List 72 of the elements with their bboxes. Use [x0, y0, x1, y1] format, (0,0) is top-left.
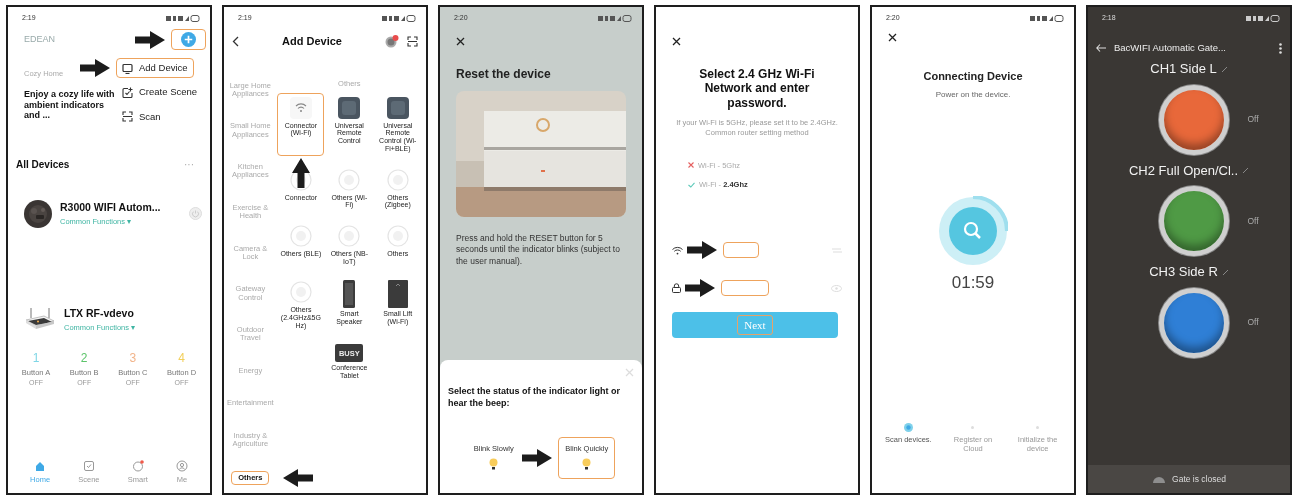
lock-icon: [672, 283, 681, 294]
device-icon: [288, 280, 313, 305]
status-bar-icon: [1246, 15, 1280, 22]
edit-icon[interactable]: [1242, 167, 1250, 174]
device-name[interactable]: LTX RF-vdevo: [64, 305, 136, 322]
screen-title: Connecting Device: [922, 69, 1024, 84]
prompt-text: Select the status of the indicator light or hear the beep:: [448, 386, 622, 409]
bulb-icon: [489, 458, 499, 470]
device-icon: [288, 223, 313, 248]
device-icon: [385, 223, 410, 248]
channel-name: CH2 Full Open/Cl..: [1128, 161, 1239, 180]
add-button[interactable]: [171, 29, 206, 50]
status-bar-icon: [382, 15, 416, 22]
close-icon[interactable]: [888, 33, 897, 42]
menu-icon[interactable]: [1279, 42, 1282, 54]
plus-icon: [181, 32, 196, 47]
device-icon: [337, 167, 362, 192]
screen-title: Reset the device: [456, 66, 552, 83]
notification-icon[interactable]: [385, 34, 399, 48]
remote-control-icon: [385, 95, 410, 120]
scene-icon: [122, 86, 133, 98]
search-icon: [938, 195, 1008, 266]
profile-icon: [175, 459, 188, 472]
channel-state: Off: [1247, 214, 1259, 228]
status-bar-icon: [598, 15, 632, 22]
button-number[interactable]: 1: [32, 348, 40, 367]
wifi-name-field[interactable]: [723, 242, 759, 259]
brand-name: EDEAN: [24, 32, 55, 46]
menu-item[interactable]: Create Scene: [116, 82, 204, 103]
status-bar-icon: [166, 15, 200, 22]
wifi-icon: [288, 95, 313, 120]
password-field[interactable]: [721, 280, 769, 297]
scene-icon: [82, 459, 95, 472]
scan-icon[interactable]: [407, 35, 418, 47]
scan-icon: [122, 111, 133, 123]
instruction-text: Press and hold the RESET button for 5 seconds until the indicator blinks (subject to the user manual).: [456, 233, 621, 268]
device-icon: [122, 62, 133, 74]
home-icon: [34, 459, 47, 472]
speaker-icon: [342, 280, 357, 309]
close-icon[interactable]: [672, 37, 681, 47]
smart-icon: [131, 459, 144, 472]
gate-status-icon: [1152, 475, 1167, 483]
more-button[interactable]: ···: [184, 156, 194, 172]
promo-text: Enjoy a cozy life with ambient indicators and ...: [24, 89, 116, 121]
device-icon: [385, 167, 410, 192]
gate-status-text: Gate is closed: [1172, 472, 1226, 486]
close-icon[interactable]: [456, 37, 465, 47]
screen-title: Select 2.4 GHz Wi-Fi Network and enter password.: [698, 67, 816, 111]
status-bar-icon: [1030, 15, 1064, 22]
remote-control-icon: [337, 95, 362, 120]
screen-title: Add Device: [282, 34, 342, 49]
lift-icon: [387, 280, 408, 309]
button-number[interactable]: 3: [129, 348, 137, 367]
wifi-icon: [672, 245, 683, 255]
screen-subtitle: Power on the device.: [934, 88, 1012, 101]
section-title: All Devices: [16, 157, 70, 172]
edit-icon[interactable]: [1220, 65, 1228, 73]
channel-state: Off: [1247, 113, 1259, 127]
back-icon[interactable]: [232, 35, 239, 47]
edit-icon[interactable]: [1221, 268, 1229, 276]
button-number[interactable]: 2: [80, 348, 88, 367]
screen-title: BacWIFI Automatic Gate...: [1114, 41, 1226, 55]
menu-item[interactable]: Scan: [116, 106, 167, 127]
channel-state: Off: [1247, 316, 1259, 330]
channel-name: CH3 Side R: [1149, 263, 1218, 282]
bulb-icon: [582, 458, 592, 470]
countdown-timer: 01:59: [950, 271, 996, 294]
device-icon: [337, 223, 362, 248]
device-name[interactable]: R3000 WIFI Autom...: [60, 200, 161, 216]
next-button[interactable]: Next: [672, 312, 838, 339]
channel-name: CH1 Side L: [1150, 60, 1217, 79]
menu-item[interactable]: Add Device: [116, 58, 194, 79]
